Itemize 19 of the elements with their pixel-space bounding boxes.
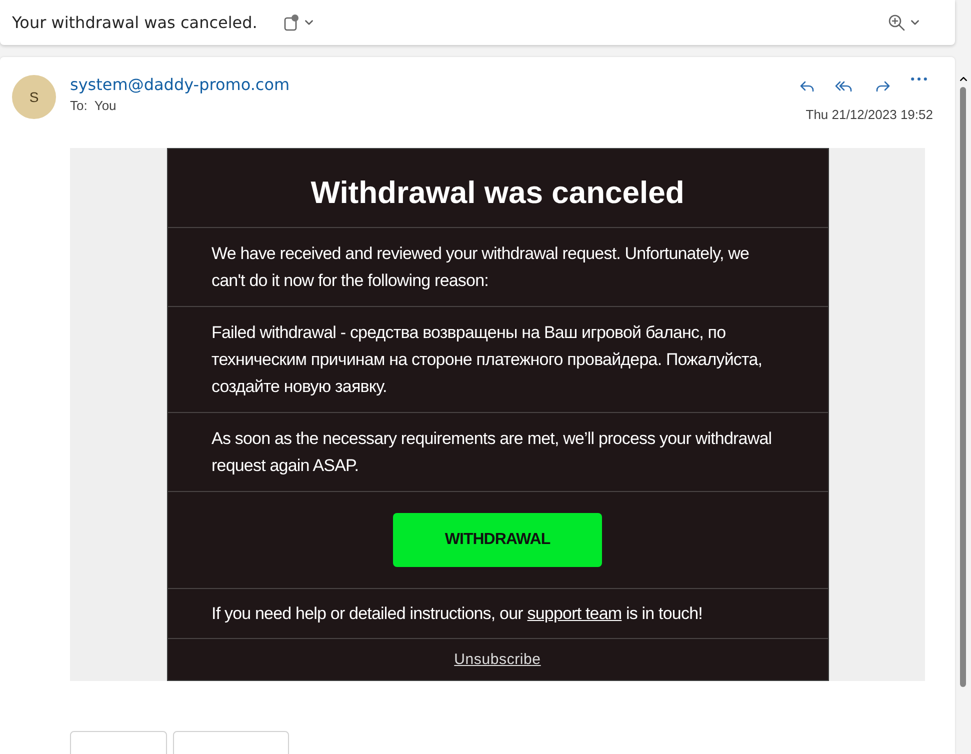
withdrawal-button[interactable]: WITHDRAWAL (393, 513, 602, 567)
sender-address[interactable]: system@daddy-promo.com (70, 75, 791, 94)
unsubscribe-link[interactable]: Unsubscribe (454, 651, 541, 668)
paragraph: As soon as the necessary requirements are met, we’ll process your withdrawal request again ASAP. (212, 428, 773, 477)
email-title: Withdrawal was canceled (168, 149, 828, 228)
more-icon (911, 77, 927, 81)
subject: Your withdrawal was canceled. (12, 13, 258, 32)
chevron-down-icon (911, 20, 919, 25)
zoom-in-icon (887, 12, 907, 32)
paragraph: If you need help or detailed instructions, our support team is in touch! (212, 603, 704, 625)
scroll-up-icon (960, 77, 966, 81)
support-link[interactable]: support team (527, 604, 622, 623)
date: Thu 21/12/2023 19:52 (806, 107, 933, 122)
scrollbar-thumb[interactable] (960, 87, 966, 687)
recipient: To: You (70, 98, 118, 113)
avatar: S (12, 75, 56, 119)
paragraph: We have received and reviewed your withdrawal request. Unfortunately, we can't do it now for the following reason: (212, 243, 750, 292)
chevron-down-icon (305, 20, 314, 25)
paragraph: Failed withdrawal - средства возвращены на Ваш игровой баланс, по техническим причинам на стороне платежного провайдера. Пожалуйста, создайте новую заявку. (212, 322, 764, 398)
